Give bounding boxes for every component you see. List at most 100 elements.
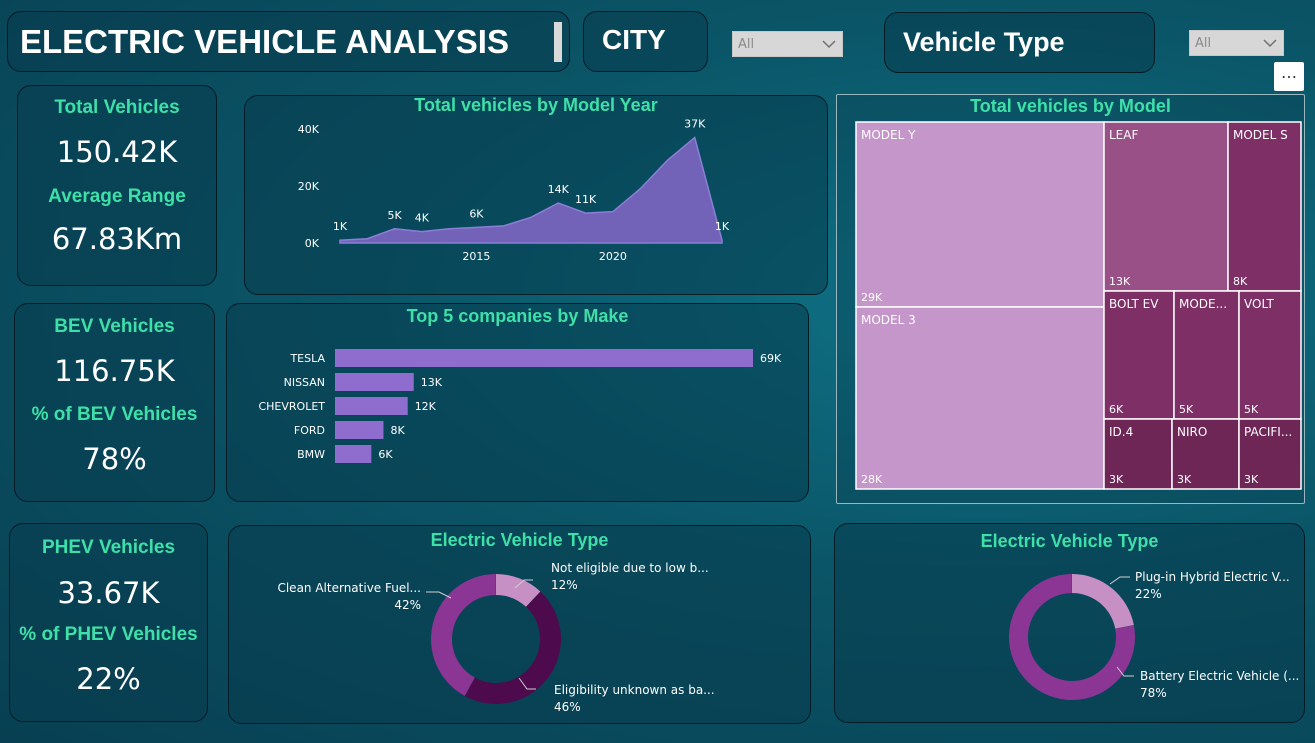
bar-value-label: 13K <box>421 376 443 389</box>
treemap-tile-name: MODEL S <box>1233 128 1288 142</box>
slice-percent-label: 22% <box>1135 587 1162 601</box>
treemap-tile-value: 3K <box>1109 473 1124 486</box>
treemap-tile-name: MODEL 3 <box>861 313 916 327</box>
bev-card: BEV Vehicles 116.75K % of BEV Vehicles 7… <box>14 303 215 502</box>
chevron-down-icon <box>822 40 836 49</box>
treemap-tile-name: ID.4 <box>1109 425 1133 439</box>
page-title: ELECTRIC VEHICLE ANALYSIS <box>20 23 509 60</box>
average-range-label: Average Range <box>48 186 186 207</box>
bar-category-label: BMW <box>297 448 325 461</box>
treemap-tile <box>855 306 1105 490</box>
vehicle-type-filter-label: Vehicle Type <box>903 27 1065 57</box>
model-treemap-card: Total vehicles by Model MODEL Y 29K MODEL … <box>836 94 1305 504</box>
x-tick-label: 2020 <box>599 250 627 263</box>
treemap-tile-value: 3K <box>1244 473 1259 486</box>
bar <box>335 421 384 439</box>
bar <box>335 373 414 391</box>
data-label: 11K <box>575 193 597 206</box>
bar <box>335 349 753 367</box>
model-year-chart-card: Total vehicles by Model Year 0K 20K 40K 201… <box>244 95 828 295</box>
data-label: 4K <box>415 212 430 225</box>
treemap-tile <box>1103 121 1229 292</box>
phev-vehicles-value: 33.67K <box>57 576 160 610</box>
slice-name-label: Plug-in Hybrid Electric V... <box>1135 570 1290 584</box>
title-scrollbar[interactable] <box>554 22 562 62</box>
ev-eligibility-card: Electric Vehicle Type Not eligible due t… <box>228 525 811 724</box>
phev-percent-label: % of PHEV Vehicles <box>19 624 198 645</box>
phev-percent-value: 22% <box>76 662 141 696</box>
y-tick-label: 40K <box>298 123 320 136</box>
bar-category-label: CHEVROLET <box>258 400 325 413</box>
bev-vehicles-label: BEV Vehicles <box>54 316 175 337</box>
phev-card: PHEV Vehicles 33.67K % of PHEV Vehicles … <box>9 523 208 722</box>
city-dropdown[interactable]: All <box>732 31 843 57</box>
title-card: ELECTRIC VEHICLE ANALYSIS <box>7 11 570 72</box>
total-vehicles-card: Total Vehicles 150.42K Average Range 67.… <box>17 85 217 286</box>
vehicle-type-filter-card: Vehicle Type <box>884 12 1155 73</box>
data-label: 14K <box>548 183 570 196</box>
city-filter-card: CITY <box>583 11 708 72</box>
slice-percent-label: 12% <box>551 578 578 592</box>
treemap-tile-name: LEAF <box>1109 128 1138 142</box>
treemap-tile-value: 5K <box>1179 403 1194 416</box>
total-vehicles-value: 150.42K <box>56 135 178 169</box>
chevron-down-icon <box>1263 39 1277 48</box>
treemap-tile-name: PACIFI... <box>1244 425 1292 439</box>
bar <box>335 445 372 463</box>
treemap-tile-name: VOLT <box>1244 297 1274 311</box>
bar-value-label: 12K <box>415 400 437 413</box>
treemap-tile-name: MODE... <box>1179 297 1227 311</box>
ev-type-card: Electric Vehicle Type Plug-in Hybrid Ele… <box>834 523 1305 723</box>
bev-vehicles-value: 116.75K <box>54 354 175 388</box>
treemap-tile-value: 8K <box>1233 275 1248 288</box>
slice-percent-label: 78% <box>1140 686 1167 700</box>
city-filter-label: CITY <box>602 24 666 55</box>
vehicle-type-dropdown-value: All <box>1195 36 1212 51</box>
bar-value-label: 69K <box>760 352 782 365</box>
treemap-tile <box>1227 121 1302 292</box>
treemap-tile-name: BOLT EV <box>1109 297 1159 311</box>
slice-name-label: Eligibility unknown as ba... <box>554 683 715 697</box>
slice-name-label: Clean Alternative Fuel... <box>277 581 421 595</box>
data-label: 37K <box>684 118 706 131</box>
treemap-tile-value: 13K <box>1109 275 1131 288</box>
more-options-button[interactable]: … <box>1274 62 1304 91</box>
treemap-tile-name: NIRO <box>1177 425 1207 439</box>
slice-name-label: Battery Electric Vehicle (... <box>1140 669 1299 683</box>
bar-category-label: TESLA <box>289 352 325 365</box>
treemap-tile-value: 28K <box>861 473 883 486</box>
donut-slice <box>1072 574 1134 629</box>
bar-value-label: 8K <box>390 424 405 437</box>
more-options-icon: … <box>1281 63 1297 82</box>
vehicle-type-dropdown[interactable]: All <box>1189 30 1284 56</box>
total-vehicles-label: Total Vehicles <box>54 97 180 118</box>
bev-percent-value: 78% <box>82 442 147 476</box>
bar-value-label: 6K <box>378 448 393 461</box>
top-makes-chart-card: Top 5 companies by Make TESLA 69K NISSAN 13… <box>226 303 809 502</box>
treemap-tile-value: 6K <box>1109 403 1124 416</box>
data-label: 5K <box>387 209 402 222</box>
phev-vehicles-label: PHEV Vehicles <box>41 537 176 558</box>
slice-name-label: Not eligible due to low b... <box>551 561 709 575</box>
leader-line <box>1109 576 1130 585</box>
top-makes-bar-chart: TESLA 69K NISSAN 13K CHEVROLET 12K FORD 8K BMW 6K <box>258 349 782 463</box>
city-dropdown-value: All <box>738 37 755 52</box>
slice-percent-label: 42% <box>394 598 421 612</box>
model-treemap: MODEL Y 29K MODEL 3 28K LEAF 13K MODEL S 8K BOLT… <box>855 121 1302 490</box>
x-tick-label: 2015 <box>462 250 490 263</box>
treemap-tile-name: MODEL Y <box>861 128 916 142</box>
y-tick-label: 20K <box>298 180 320 193</box>
y-tick-label: 0K <box>305 237 320 250</box>
treemap-tile-value: 3K <box>1177 473 1192 486</box>
bev-percent-label: % of BEV Vehicles <box>31 404 198 425</box>
donut-slice <box>431 574 496 696</box>
treemap-tile-value: 29K <box>861 291 883 304</box>
slice-percent-label: 46% <box>554 700 581 714</box>
average-range-value: 67.83Km <box>51 222 183 256</box>
area-series <box>339 136 723 244</box>
bar <box>335 397 408 415</box>
donut-slice <box>464 591 561 704</box>
data-label: 6K <box>469 207 484 220</box>
treemap-tile-value: 5K <box>1244 403 1259 416</box>
data-label: 1K <box>715 220 730 233</box>
